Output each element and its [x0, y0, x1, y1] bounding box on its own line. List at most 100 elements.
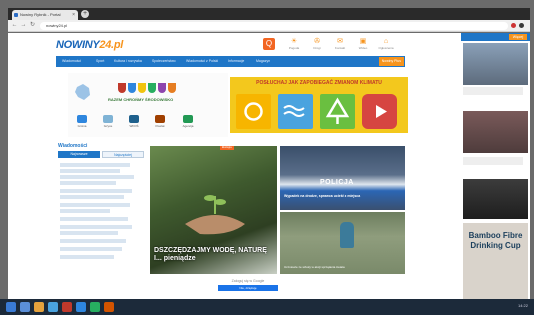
- start-icon[interactable]: [6, 302, 16, 312]
- mail-icon: ✉: [337, 38, 343, 45]
- web-page: NOWINY24.pl Q ☀ Pogoda ✇ Drogi ✉ Kontakt…: [8, 33, 530, 299]
- ad-caption: [463, 87, 523, 95]
- clock: 14:22: [517, 303, 528, 308]
- browser-icon[interactable]: [76, 302, 86, 312]
- water-tile-icon: [278, 94, 313, 129]
- article-title: Wypadek na drodze, sprawca uciekł z miej…: [284, 194, 361, 198]
- eco-banner[interactable]: RAZEM CHROŃMY ŚRODOWISKO Gmina Gzyce WFO…: [68, 73, 408, 137]
- coat-of-arms-icon: [118, 83, 126, 93]
- news-list-item[interactable]: [60, 195, 124, 199]
- video-link[interactable]: ▣ Wideo: [354, 38, 372, 50]
- extension-icon[interactable]: [511, 23, 516, 28]
- tab-title: Nowiny Rybnik - Portal: [20, 12, 61, 17]
- app-icon[interactable]: [104, 302, 114, 312]
- region-map-icon: [75, 84, 90, 100]
- car-icon: ✇: [314, 38, 320, 45]
- nav-item-poland[interactable]: Wiadomości z Polski: [186, 56, 218, 67]
- new-tab-button[interactable]: +: [81, 10, 89, 18]
- bamboo-ad-text: Bamboo Fibre Drinking Cup: [468, 231, 523, 250]
- partner-logo: Agencja: [178, 115, 198, 128]
- news-list-item[interactable]: [60, 203, 130, 207]
- news-list-item[interactable]: [60, 225, 132, 229]
- article-card-kid[interactable]: Uczniowie ze szkoły w akcji sprzątania ś…: [280, 212, 405, 274]
- coat-of-arms-icon: [168, 83, 176, 93]
- nav-item-society[interactable]: Społeczeństwo: [152, 56, 176, 67]
- favicon-icon: [14, 13, 18, 17]
- folder-icon[interactable]: [34, 302, 44, 312]
- more-button[interactable]: Więcej: [509, 34, 527, 40]
- address-bar[interactable]: nowiny24.pl: [40, 22, 508, 30]
- news-list-item[interactable]: [60, 231, 118, 235]
- contact-link[interactable]: ✉ Kontakt: [331, 38, 349, 50]
- ads-link[interactable]: ⌂ Ogłoszenia: [377, 38, 395, 50]
- google-signin-button[interactable]: Nie, dziękuję: [218, 285, 278, 291]
- news-list-item[interactable]: [60, 247, 122, 251]
- screen: Nowiny Rybnik - Portal × + ← → ↻ nowiny2…: [0, 0, 534, 315]
- google-signin-prompt: Zaloguj się w Google: [231, 279, 265, 283]
- news-tabs: Najnowsze Najczęściej: [58, 151, 146, 158]
- news-list-item[interactable]: [60, 169, 120, 173]
- coat-of-arms-icon: [128, 83, 136, 93]
- bamboo-cup-ad[interactable]: Bamboo Fibre Drinking Cup: [463, 223, 528, 299]
- partner-logo: WFOŚ: [124, 115, 144, 128]
- featured-article-title: DSZCZĘDZAJMY WODĘ, NATURĘ I... pieniądze: [154, 247, 267, 262]
- play-video-icon[interactable]: [362, 94, 397, 129]
- app-icon[interactable]: [20, 302, 30, 312]
- nav-item-news[interactable]: Wiadomości: [62, 56, 81, 67]
- back-icon[interactable]: ←: [11, 22, 18, 29]
- banner-title: RAZEM CHROŃMY ŚRODOWISKO: [108, 97, 174, 102]
- right-column-header: Więcej: [461, 33, 530, 41]
- section-heading: Wiadomości: [58, 143, 88, 149]
- partner-logo: Gmina: [72, 115, 92, 128]
- climate-campaign-panel[interactable]: POSŁUCHAJ JAK ZAPOBIEGAĆ ZMIANOM KLIMATU: [230, 77, 408, 133]
- news-list-item[interactable]: [60, 209, 110, 213]
- news-list-item[interactable]: [60, 239, 126, 243]
- hands-with-sprout-image: [185, 195, 245, 235]
- nav-item-culture[interactable]: Kultura i rozrywka: [114, 56, 142, 67]
- reload-icon[interactable]: ↻: [29, 22, 36, 29]
- house-icon: ⌂: [383, 38, 389, 45]
- police-car-lettering: POLICJA: [320, 179, 354, 186]
- news-list-item[interactable]: [60, 175, 134, 179]
- news-list-panel: Wiadomości Najnowsze Najczęściej: [58, 143, 148, 273]
- app-icon[interactable]: [90, 302, 100, 312]
- article-card-police[interactable]: POLICJA Wypadek na drodze, sprawca uciek…: [280, 146, 405, 210]
- main-navigation: Wiadomości Sport Kultura i rozrywka Społ…: [56, 56, 405, 67]
- tv-icon: ▣: [359, 38, 367, 45]
- ad-caption: [463, 157, 523, 165]
- nav-item-magazine[interactable]: Magazyn: [256, 56, 270, 67]
- coat-of-arms-icon: [138, 83, 146, 93]
- partner-logo: Powiat: [150, 115, 170, 128]
- coats-of-arms: [118, 83, 178, 93]
- tab-latest[interactable]: Najnowsze: [58, 151, 100, 158]
- ad-image-crowd[interactable]: [463, 43, 528, 85]
- profile-avatar[interactable]: [519, 23, 524, 28]
- ad-image-car-interior[interactable]: [463, 179, 528, 219]
- nav-item-sport[interactable]: Sport: [96, 56, 104, 67]
- traffic-link[interactable]: ✇ Drogi: [308, 38, 326, 50]
- app-icon[interactable]: [48, 302, 58, 312]
- search-button[interactable]: Q: [263, 38, 275, 50]
- tab-popular[interactable]: Najczęściej: [102, 151, 144, 158]
- article-title: Uczniowie ze szkoły w akcji sprzątania ś…: [284, 265, 345, 269]
- ad-image-people[interactable]: [463, 111, 528, 153]
- nav-item-info[interactable]: Informacje: [228, 56, 244, 67]
- nav-cta-button[interactable]: Nowiny Plus: [378, 57, 404, 66]
- featured-article[interactable]: Ekologia DSZCZĘDZAJMY WODĘ, NATURĘ I... …: [150, 146, 277, 274]
- forward-icon[interactable]: →: [20, 22, 27, 29]
- news-list-item[interactable]: [60, 217, 128, 221]
- weather-link[interactable]: ☀ Pogoda: [285, 38, 303, 50]
- sun-tile-icon: [236, 94, 271, 129]
- news-list-item[interactable]: [60, 189, 132, 193]
- browser-tab-strip: Nowiny Rybnik - Portal × +: [8, 8, 530, 20]
- news-list-item[interactable]: [60, 163, 130, 167]
- news-list-item[interactable]: [60, 255, 114, 259]
- child-figure-image: [340, 222, 354, 248]
- banner-headline: POSŁUCHAJ JAK ZAPOBIEGAĆ ZMIANOM KLIMATU: [256, 80, 382, 86]
- close-tab-icon[interactable]: ×: [72, 10, 75, 20]
- partner-logo: Gzyce: [98, 115, 118, 128]
- app-icon[interactable]: [62, 302, 72, 312]
- browser-tab[interactable]: Nowiny Rybnik - Portal ×: [12, 10, 78, 20]
- news-list-item[interactable]: [60, 181, 116, 185]
- site-logo[interactable]: NOWINY24.pl: [56, 39, 123, 51]
